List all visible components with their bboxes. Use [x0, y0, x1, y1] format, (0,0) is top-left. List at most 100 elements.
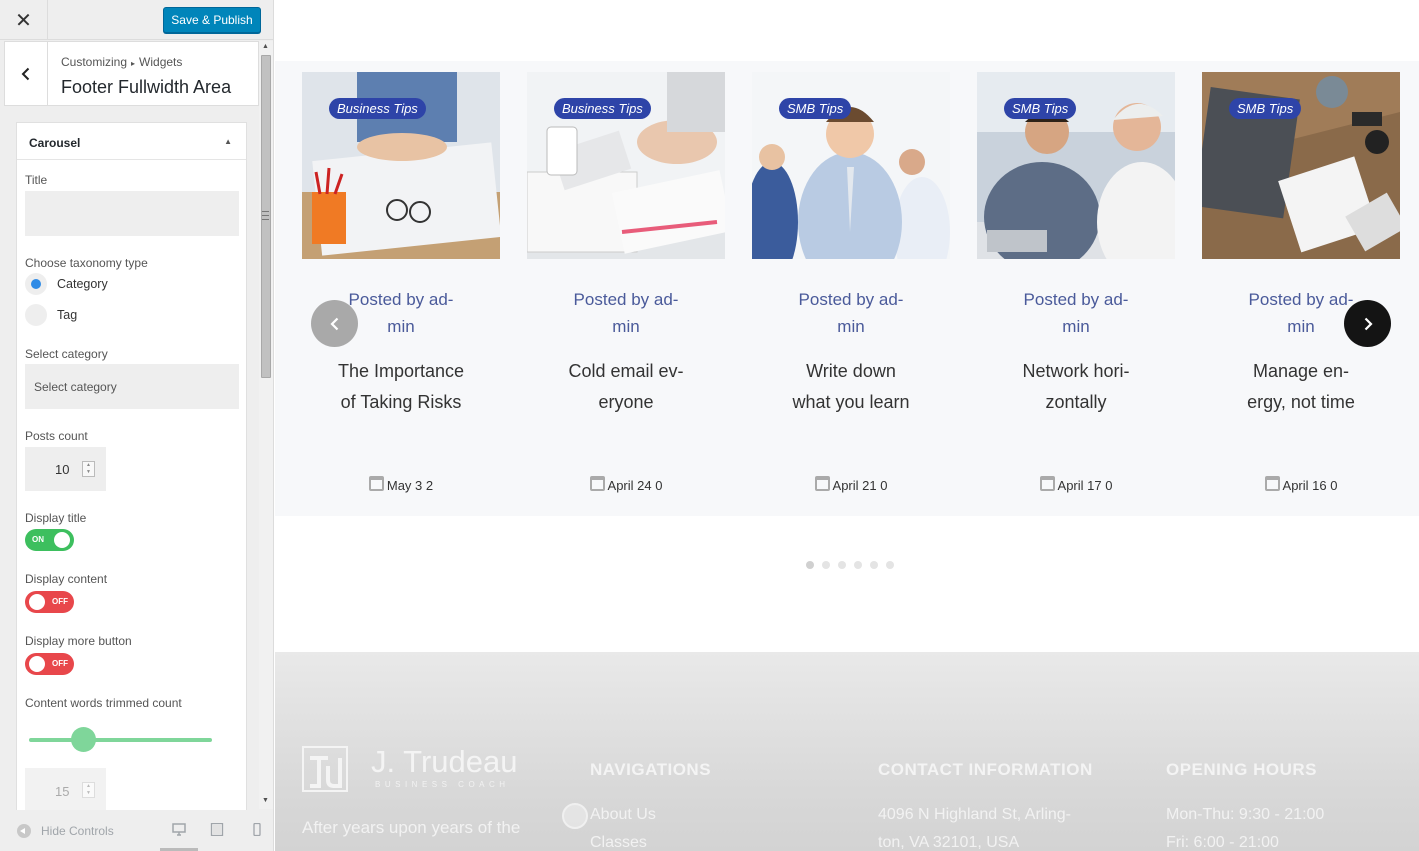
carousel-next-button[interactable] [1344, 300, 1391, 347]
title-line: what you learn [792, 392, 910, 412]
carousel-card[interactable]: Business Tips Posted by ad-min The Impor… [302, 72, 500, 512]
carousel-dot[interactable] [806, 561, 814, 569]
carousel-dot[interactable] [854, 561, 862, 569]
title-line: ergy, not time [1247, 392, 1355, 412]
mobile-icon[interactable] [250, 823, 264, 836]
post-title[interactable]: The Importance of Taking Risks [302, 356, 500, 418]
title-line: The Importance [337, 361, 465, 381]
scroll-up-arrow-icon[interactable]: ▲ [262, 43, 269, 50]
carousel-dot[interactable] [886, 561, 894, 569]
title-line: eryone [598, 392, 654, 412]
carousel-dot[interactable] [870, 561, 878, 569]
footer-nav-link[interactable]: About Us [590, 806, 656, 824]
title-line: Network hori- [1022, 361, 1130, 381]
about-text: After years upon years of the [302, 818, 521, 837]
post-thumbnail[interactable]: SMB Tips [1202, 72, 1400, 259]
posts-count-value: 10 [55, 462, 70, 477]
taxonomy-label: Choose taxonomy type [25, 256, 148, 270]
post-thumbnail[interactable]: SMB Tips [977, 72, 1175, 259]
trim-slider-handle[interactable] [71, 727, 96, 752]
sidebar-scrollbar[interactable]: ▲ ▼ [259, 41, 273, 809]
hide-controls-label: Hide Controls [41, 824, 114, 838]
post-date: April 17 0 [977, 476, 1175, 493]
carousel-card[interactable]: SMB Tips Posted by ad-min Network hori-z… [977, 72, 1175, 512]
toggle-state: OFF [52, 659, 68, 668]
post-thumbnail[interactable]: Business Tips [527, 72, 725, 259]
desktop-icon[interactable] [172, 823, 186, 836]
toggle-state: OFF [52, 597, 68, 606]
collapse-circle-icon [17, 824, 31, 838]
category-select[interactable]: Select category [25, 364, 239, 409]
back-button[interactable] [5, 42, 48, 105]
calendar-icon [1264, 476, 1280, 491]
display-more-label: Display more button [25, 634, 132, 648]
footer-nav-link[interactable]: Classes [590, 834, 647, 851]
trim-count-input[interactable]: 15 ▲ ▼ [25, 768, 106, 811]
post-author: Posted by ad-min [977, 286, 1175, 340]
category-tag[interactable]: SMB Tips [1229, 98, 1302, 119]
display-more-toggle[interactable]: OFF [25, 653, 74, 675]
category-label: Select category [25, 347, 108, 361]
date-text: May 3 2 [386, 478, 434, 493]
breadcrumb: Customizing ▸ Widgets [61, 55, 182, 69]
contact-heading: CONTACT INFORMATION [878, 760, 1093, 779]
carousel-card[interactable]: SMB Tips Posted by ad-min Write down what… [752, 72, 950, 512]
carousel-dot[interactable] [822, 561, 830, 569]
chevron-left-icon [21, 67, 30, 80]
widget-name: Carousel [29, 136, 81, 150]
category-tag[interactable]: SMB Tips [1004, 98, 1077, 119]
spinner-icon[interactable]: ▲ ▼ [82, 782, 95, 798]
author-line: min [1062, 317, 1090, 336]
post-author: Posted by ad-min [752, 286, 950, 340]
radio-tag[interactable] [25, 304, 47, 326]
save-publish-button[interactable]: Save & Publish [163, 7, 261, 33]
calendar-icon [814, 476, 830, 491]
customizer-footer: Hide Controls [0, 810, 273, 851]
date-text: April 24 0 [607, 478, 663, 493]
carousel-dot[interactable] [838, 561, 846, 569]
category-tag[interactable]: Business Tips [554, 98, 651, 119]
title-input[interactable] [25, 191, 239, 236]
hide-controls-button[interactable]: Hide Controls [17, 824, 114, 838]
post-title[interactable]: Cold email ev-eryone [527, 356, 725, 418]
chevron-right-icon [1364, 317, 1373, 330]
post-title[interactable]: Manage en-ergy, not time [1202, 356, 1400, 418]
category-tag[interactable]: Business Tips [329, 98, 426, 119]
logo-mark-icon [302, 746, 348, 792]
post-title[interactable]: Network hori-zontally [977, 356, 1175, 418]
trim-slider-track[interactable] [29, 738, 212, 742]
carousel-card[interactable]: Business Tips Posted by ad-min Cold emai… [527, 72, 725, 512]
breadcrumb-root: Customizing [61, 55, 128, 69]
scroll-down-arrow-icon[interactable]: ▼ [262, 797, 269, 804]
hours-heading: OPENING HOURS [1166, 760, 1318, 779]
navigations-heading: NAVIGATIONS [590, 760, 712, 779]
tablet-icon[interactable] [210, 823, 224, 836]
carousel-prev-button[interactable] [311, 300, 358, 347]
post-title[interactable]: Write down what you learn [752, 356, 950, 418]
logo-subtitle: BUSINESS COACH [375, 780, 510, 789]
collapse-arrow-icon[interactable]: ▲ [224, 137, 232, 146]
post-date: April 16 0 [1202, 476, 1400, 493]
radio-category[interactable] [25, 273, 47, 295]
post-thumbnail[interactable]: SMB Tips [752, 72, 950, 259]
hours-line: Mon-Thu: 9:30 - 21:00 [1166, 806, 1325, 823]
close-icon[interactable]: ✕ [0, 0, 48, 40]
category-tag[interactable]: SMB Tips [779, 98, 852, 119]
display-title-toggle[interactable]: ON [25, 529, 74, 551]
radio-category-label: Category [57, 277, 108, 291]
calendar-icon [589, 476, 605, 491]
posts-count-input[interactable]: 10 ▲ ▼ [25, 447, 106, 491]
spinner-icon[interactable]: ▲ ▼ [82, 461, 95, 477]
post-thumbnail[interactable]: Business Tips [302, 72, 500, 259]
breadcrumb-section: Widgets [139, 55, 183, 69]
display-content-toggle[interactable]: OFF [25, 591, 74, 613]
customizer-sidebar: ✕ Save & Publish Customizing ▸ Widgets Foo… [0, 0, 274, 851]
breadcrumb-separator: ▸ [131, 59, 136, 68]
site-footer: J. Trudeau BUSINESS COACH After years up… [275, 652, 1419, 851]
carousel-card[interactable]: SMB Tips Posted by ad-min Manage en-ergy… [1202, 72, 1400, 512]
widget-header[interactable]: Carousel ▲ [17, 123, 246, 160]
title-line: Write down [806, 361, 896, 381]
calendar-icon [368, 476, 384, 491]
toggle-knob [29, 656, 45, 672]
page-title: Footer Fullwidth Area [61, 77, 232, 97]
